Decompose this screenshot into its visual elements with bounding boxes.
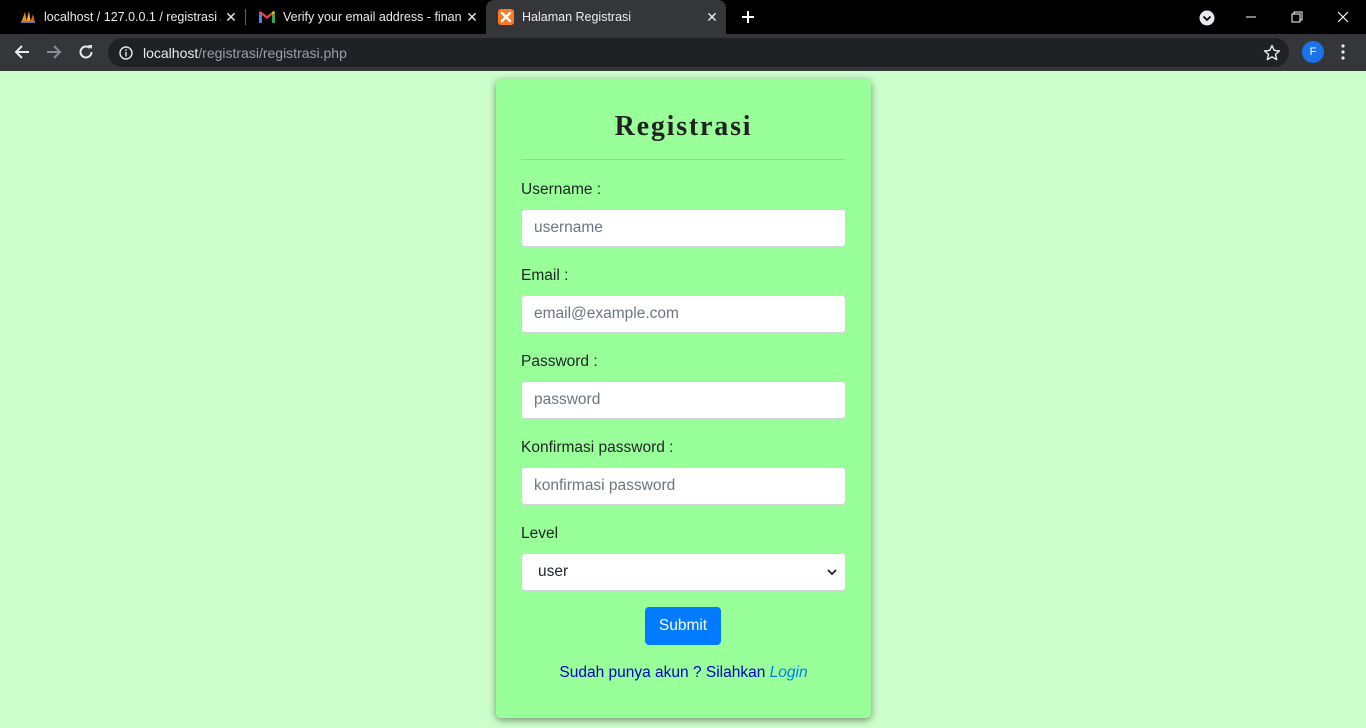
username-label: Username : [521,181,602,198]
level-label: Level [521,525,559,542]
tab-strip: localhost / 127.0.0.1 / registrasi / ✕ V… [0,0,1366,34]
reload-icon[interactable] [72,38,100,66]
gmail-icon [259,9,275,25]
password-input[interactable] [521,381,846,419]
tab-phpmyadmin[interactable]: localhost / 127.0.0.1 / registrasi / ✕ [0,0,245,34]
close-window-icon[interactable] [1320,0,1366,34]
level-selected-value: user [538,563,569,580]
tab-title: localhost / 127.0.0.1 / registrasi / [44,10,221,24]
url-text[interactable]: localhost/registrasi/registrasi.php [143,45,347,61]
page-title: Registrasi [614,111,753,142]
restore-icon[interactable] [1274,0,1320,34]
login-prompt: Sudah punya akun ? Silahkan Login [496,664,871,682]
submit-button[interactable]: Submit [645,607,721,645]
profile-avatar[interactable]: F [1302,41,1324,63]
kebab-menu-icon[interactable] [1333,42,1353,62]
browser-toolbar: localhost/registrasi/registrasi.php F [0,34,1366,71]
url-path: /registrasi/registrasi.php [198,44,347,61]
login-prompt-text: Sudah punya akun ? Silahkan [559,664,766,681]
confirm-password-label: Konfirmasi password : [521,439,674,456]
tab-title: Verify your email address - finan [283,10,462,24]
password-label: Password : [521,353,598,370]
tab-title: Halaman Registrasi [522,10,632,24]
url-host: localhost [143,44,199,61]
minimize-icon[interactable] [1228,0,1274,34]
close-icon[interactable]: ✕ [221,7,241,27]
chevron-down-icon [825,565,839,579]
phpmyadmin-icon [20,9,36,25]
new-tab-icon[interactable] [736,5,760,29]
tab-gmail[interactable]: Verify your email address - finan ✕ [239,0,486,34]
username-input[interactable] [521,209,846,247]
xampp-icon [498,9,514,25]
email-input[interactable] [521,295,846,333]
registration-card: Registrasi Username : Email : Password :… [496,79,871,718]
tab-search-icon[interactable] [1198,9,1216,27]
bookmark-star-icon[interactable] [1263,44,1281,62]
level-select[interactable]: user [521,553,846,591]
email-label: Email : [521,267,569,284]
address-bar[interactable]: localhost/registrasi/registrasi.php [108,38,1289,67]
login-link[interactable]: Login [770,664,808,681]
close-icon[interactable]: ✕ [702,7,722,27]
confirm-password-input[interactable] [521,467,846,505]
tab-halaman-registrasi[interactable]: Halaman Registrasi ✕ [486,0,726,34]
title-divider [521,159,845,160]
info-icon[interactable] [118,45,134,61]
back-arrow-icon[interactable] [8,38,36,66]
close-icon[interactable]: ✕ [462,7,482,27]
forward-arrow-icon[interactable] [40,38,68,66]
